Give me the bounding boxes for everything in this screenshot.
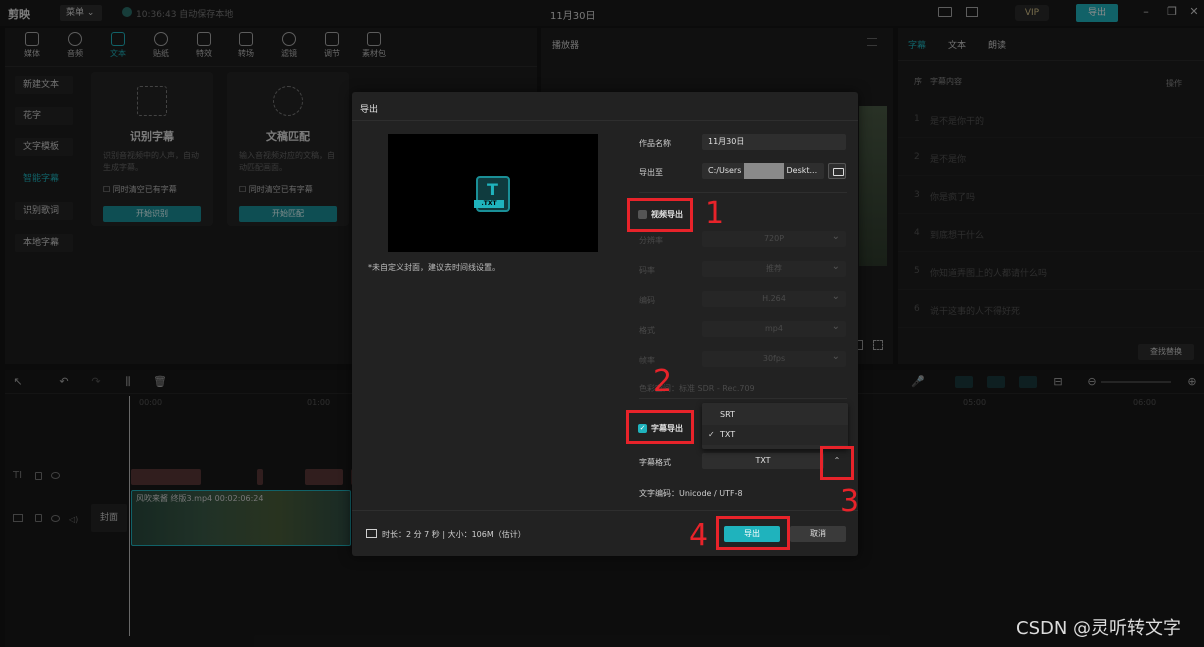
duration-size-info: 时长：2 分 7 秒 | 大小：106M（估计） — [366, 529, 526, 540]
format-select[interactable]: mp4 — [702, 321, 846, 337]
annotation-box-1 — [627, 198, 693, 232]
codec-label: 编码 — [639, 296, 655, 305]
framerate-select[interactable]: 30fps — [702, 351, 846, 367]
format-option-txt[interactable]: ✓ TXT — [702, 425, 848, 445]
annotation-number: 1 — [705, 196, 725, 231]
redacted-block — [743, 163, 784, 179]
subtitle-format-dropdown: SRT ✓ TXT — [702, 403, 848, 449]
option-label: TXT — [720, 430, 736, 439]
path-prefix: C:/Users — [708, 166, 742, 175]
option-label: SRT — [720, 410, 735, 419]
check-icon: ✓ — [708, 430, 715, 439]
annotation-box-4 — [716, 516, 790, 550]
cancel-button[interactable]: 取消 — [790, 526, 846, 542]
resolution-label: 分辨率 — [639, 236, 663, 245]
subtitle-format-label: 字幕格式 — [639, 458, 671, 467]
annotation-number: 3 — [840, 484, 860, 519]
codec-select[interactable]: H.264 — [702, 291, 846, 307]
format-option-srt[interactable]: SRT — [702, 405, 848, 425]
resolution-select[interactable]: 720P — [702, 231, 846, 247]
footer-info-text: 时长：2 分 7 秒 | 大小：106M（估计） — [382, 530, 526, 539]
annotation-number: 4 — [689, 518, 709, 553]
divider — [639, 192, 847, 193]
film-icon — [366, 529, 377, 538]
export-path-input[interactable]: C:/Users Deskt... — [702, 163, 824, 179]
cover-note: *未自定义封面，建议去时间线设置。 — [368, 263, 500, 272]
cover-preview[interactable]: T .TXT — [388, 134, 598, 252]
folder-icon[interactable] — [828, 163, 846, 179]
annotation-box-3 — [820, 446, 854, 480]
export-dialog: 导出 T .TXT *未自定义封面，建议去时间线设置。 作品名称 11月30日 导… — [352, 92, 858, 556]
bitrate-select[interactable]: 推荐 — [702, 261, 846, 277]
dialog-title: 导出 — [360, 105, 379, 115]
encoding-text: 文字编码：Unicode / UTF-8 — [639, 489, 743, 498]
txt-file-icon: T .TXT — [474, 176, 510, 212]
divider — [352, 120, 858, 121]
project-name-input[interactable]: 11月30日 — [702, 134, 846, 150]
subtitle-format-select[interactable]: TXT — [702, 453, 824, 469]
annotation-box-2 — [626, 410, 694, 444]
name-label: 作品名称 — [639, 139, 671, 148]
annotation-number: 2 — [653, 364, 673, 399]
path-suffix: Deskt... — [786, 166, 818, 175]
watermark: CSDN @灵听转文字 — [1016, 618, 1182, 639]
export-path-label: 导出至 — [639, 168, 663, 177]
bitrate-label: 码率 — [639, 266, 655, 275]
format-label: 格式 — [639, 326, 655, 335]
